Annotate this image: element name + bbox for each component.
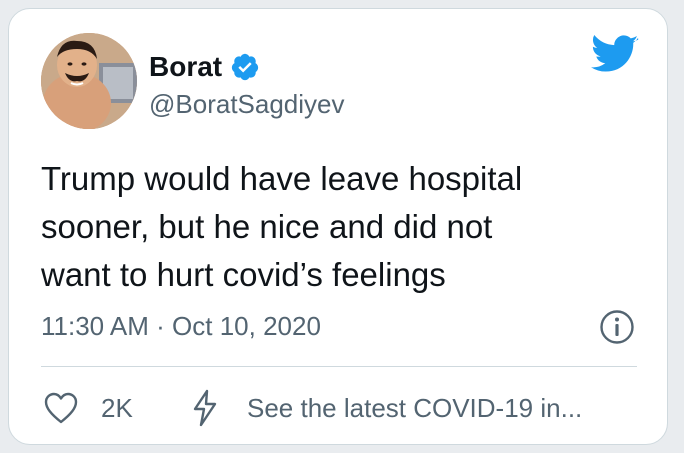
user-handle[interactable]: @BoratSagdiyev [149, 89, 345, 120]
tweet-text-line: sooner, but he nice and did not [41, 208, 493, 245]
tweet-text-line: Trump would have leave hospital [41, 160, 523, 197]
twitter-bird-icon[interactable] [591, 35, 639, 75]
like-count[interactable]: 2K [101, 393, 133, 424]
tweet-text-line: want to hurt covid’s feelings [41, 256, 446, 293]
tweet-text: Trump would have leave hospital sooner, … [41, 155, 641, 299]
verified-badge-icon [230, 52, 260, 82]
divider [41, 366, 637, 367]
avatar[interactable] [41, 33, 137, 129]
avatar-portrait [41, 33, 137, 129]
background-strip [0, 0, 684, 8]
heart-icon[interactable] [43, 391, 79, 425]
tweet-card[interactable]: Borat @BoratSagdiyev Trump would have le… [8, 8, 668, 445]
lightning-bolt-icon[interactable] [191, 389, 219, 427]
covid-info-link[interactable]: See the latest COVID-19 in... [247, 393, 582, 424]
name-row: Borat [149, 49, 260, 85]
info-icon[interactable] [599, 309, 635, 345]
display-name[interactable]: Borat [149, 51, 222, 83]
tweet-timestamp[interactable]: 11:30 AM · Oct 10, 2020 [41, 311, 321, 342]
